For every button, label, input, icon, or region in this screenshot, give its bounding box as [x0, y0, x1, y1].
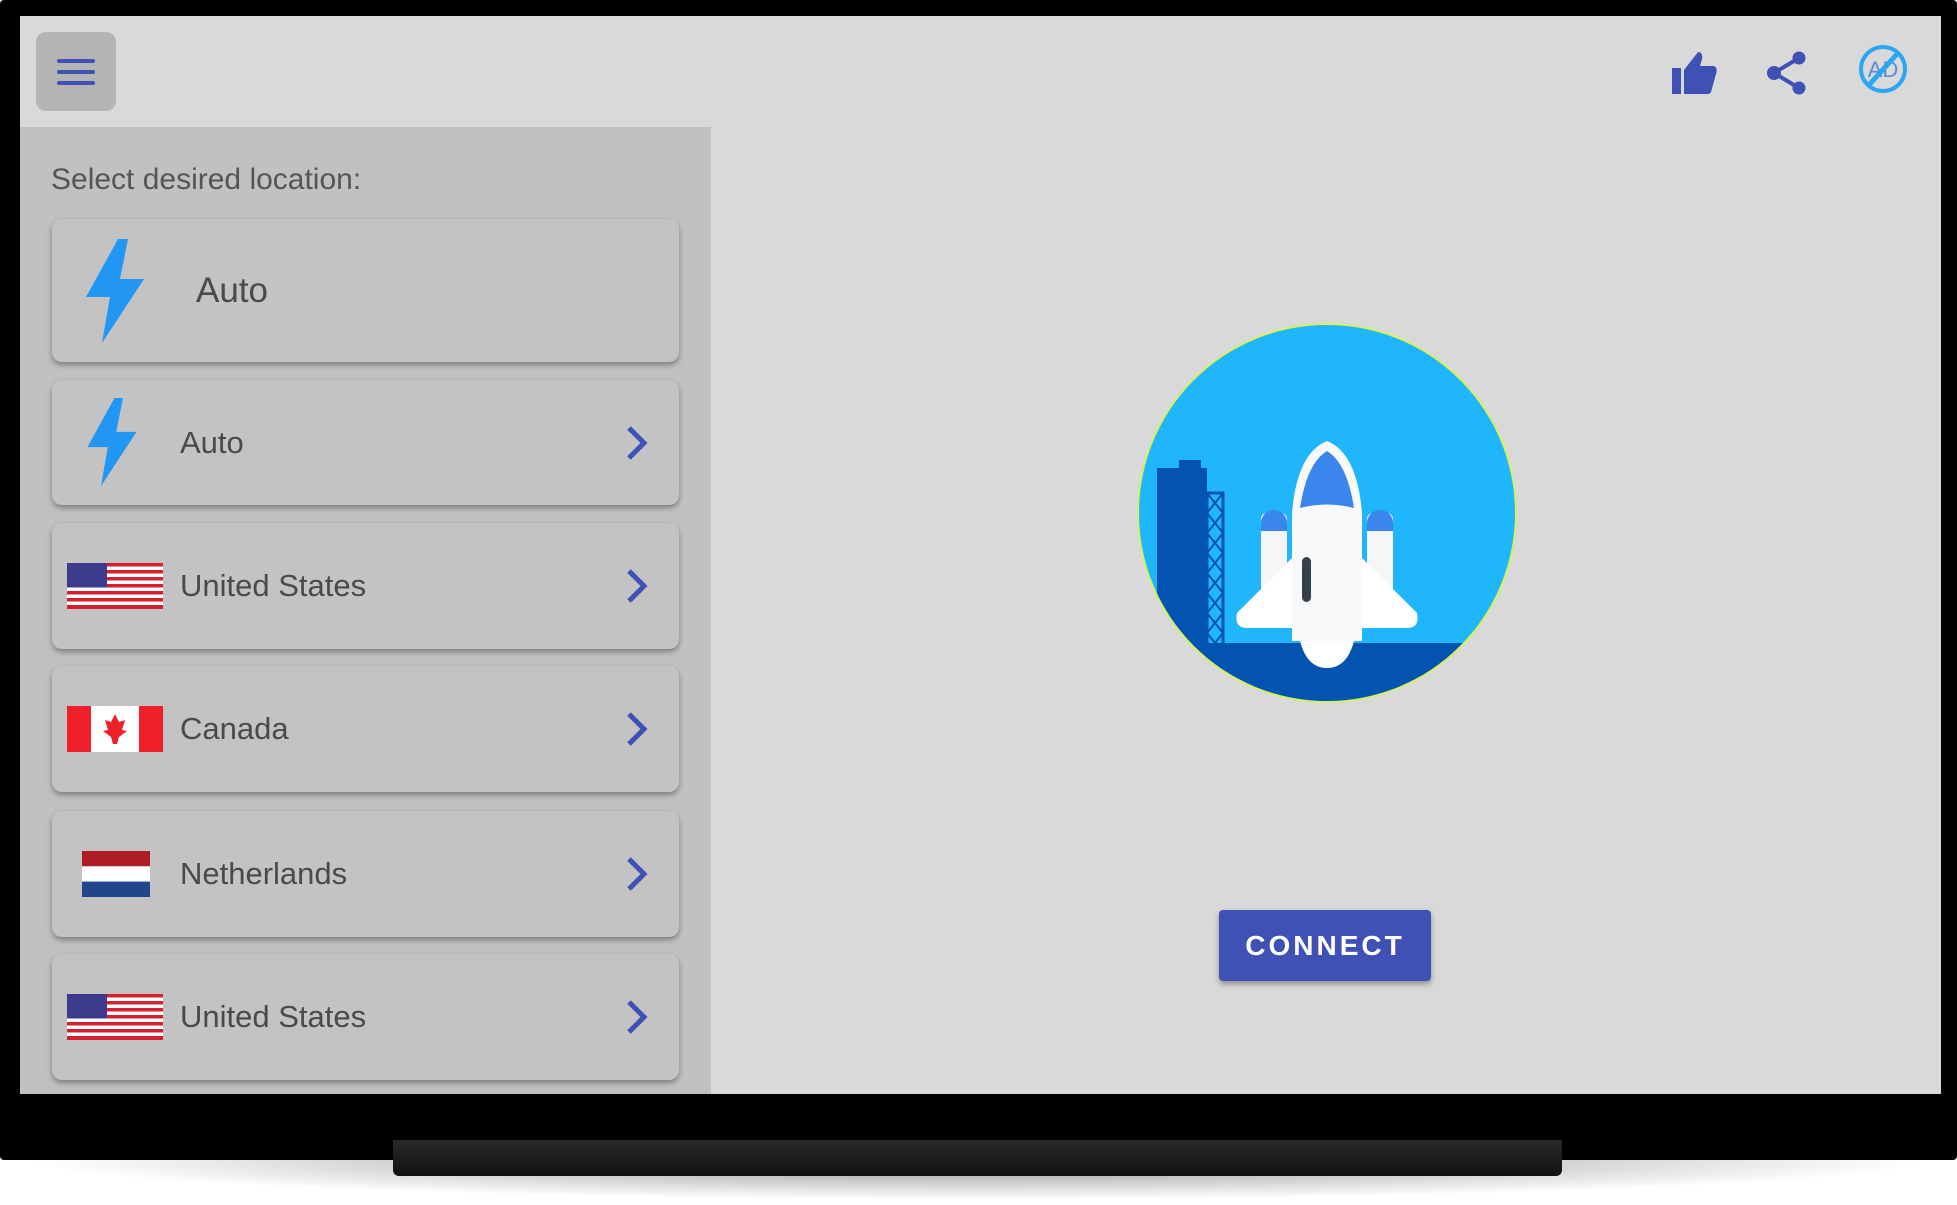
- connect-button[interactable]: CONNECT: [1219, 910, 1431, 981]
- chevron-right-icon: [627, 569, 648, 603]
- hamburger-menu-icon: [57, 58, 95, 63]
- no-ads-icon[interactable]: AD: [1858, 44, 1908, 94]
- netherlands-flag-icon: [82, 851, 150, 897]
- thumbs-up-icon[interactable]: [1670, 50, 1718, 96]
- canada-flag-icon: [67, 706, 163, 752]
- location-name: Auto: [196, 270, 268, 310]
- location-name: Netherlands: [180, 856, 348, 891]
- chevron-right-icon: [627, 425, 648, 460]
- location-label: Select desired location:: [51, 163, 362, 196]
- chevron-right-icon: [627, 857, 648, 891]
- lightning-icon: [87, 398, 137, 486]
- us-flag-icon: [67, 994, 163, 1040]
- location-name: Canada: [180, 711, 289, 746]
- location-panel: Select desired location: Auto Auto Unite…: [20, 127, 711, 1094]
- location-item-auto-selected[interactable]: Auto: [52, 219, 679, 362]
- share-icon[interactable]: [1765, 50, 1809, 96]
- device-stand: [393, 1140, 1562, 1176]
- location-item-united-states[interactable]: United States: [52, 523, 679, 649]
- us-flag-icon: [67, 563, 163, 609]
- app-screen: AD Select desired location: Auto Auto Un…: [20, 16, 1941, 1094]
- location-item-canada[interactable]: Canada: [52, 666, 679, 792]
- menu-button[interactable]: [36, 32, 116, 111]
- rocket-launch-icon: [1137, 323, 1517, 703]
- chevron-right-icon: [627, 1000, 648, 1034]
- location-name: Auto: [180, 424, 244, 460]
- location-name: United States: [180, 568, 367, 603]
- lightning-icon: [86, 239, 144, 343]
- location-name: United States: [180, 999, 367, 1034]
- chevron-right-icon: [627, 712, 648, 746]
- location-item-netherlands[interactable]: Netherlands: [52, 811, 679, 937]
- location-item-auto[interactable]: Auto: [52, 380, 679, 505]
- location-item-united-states[interactable]: United States: [52, 954, 679, 1080]
